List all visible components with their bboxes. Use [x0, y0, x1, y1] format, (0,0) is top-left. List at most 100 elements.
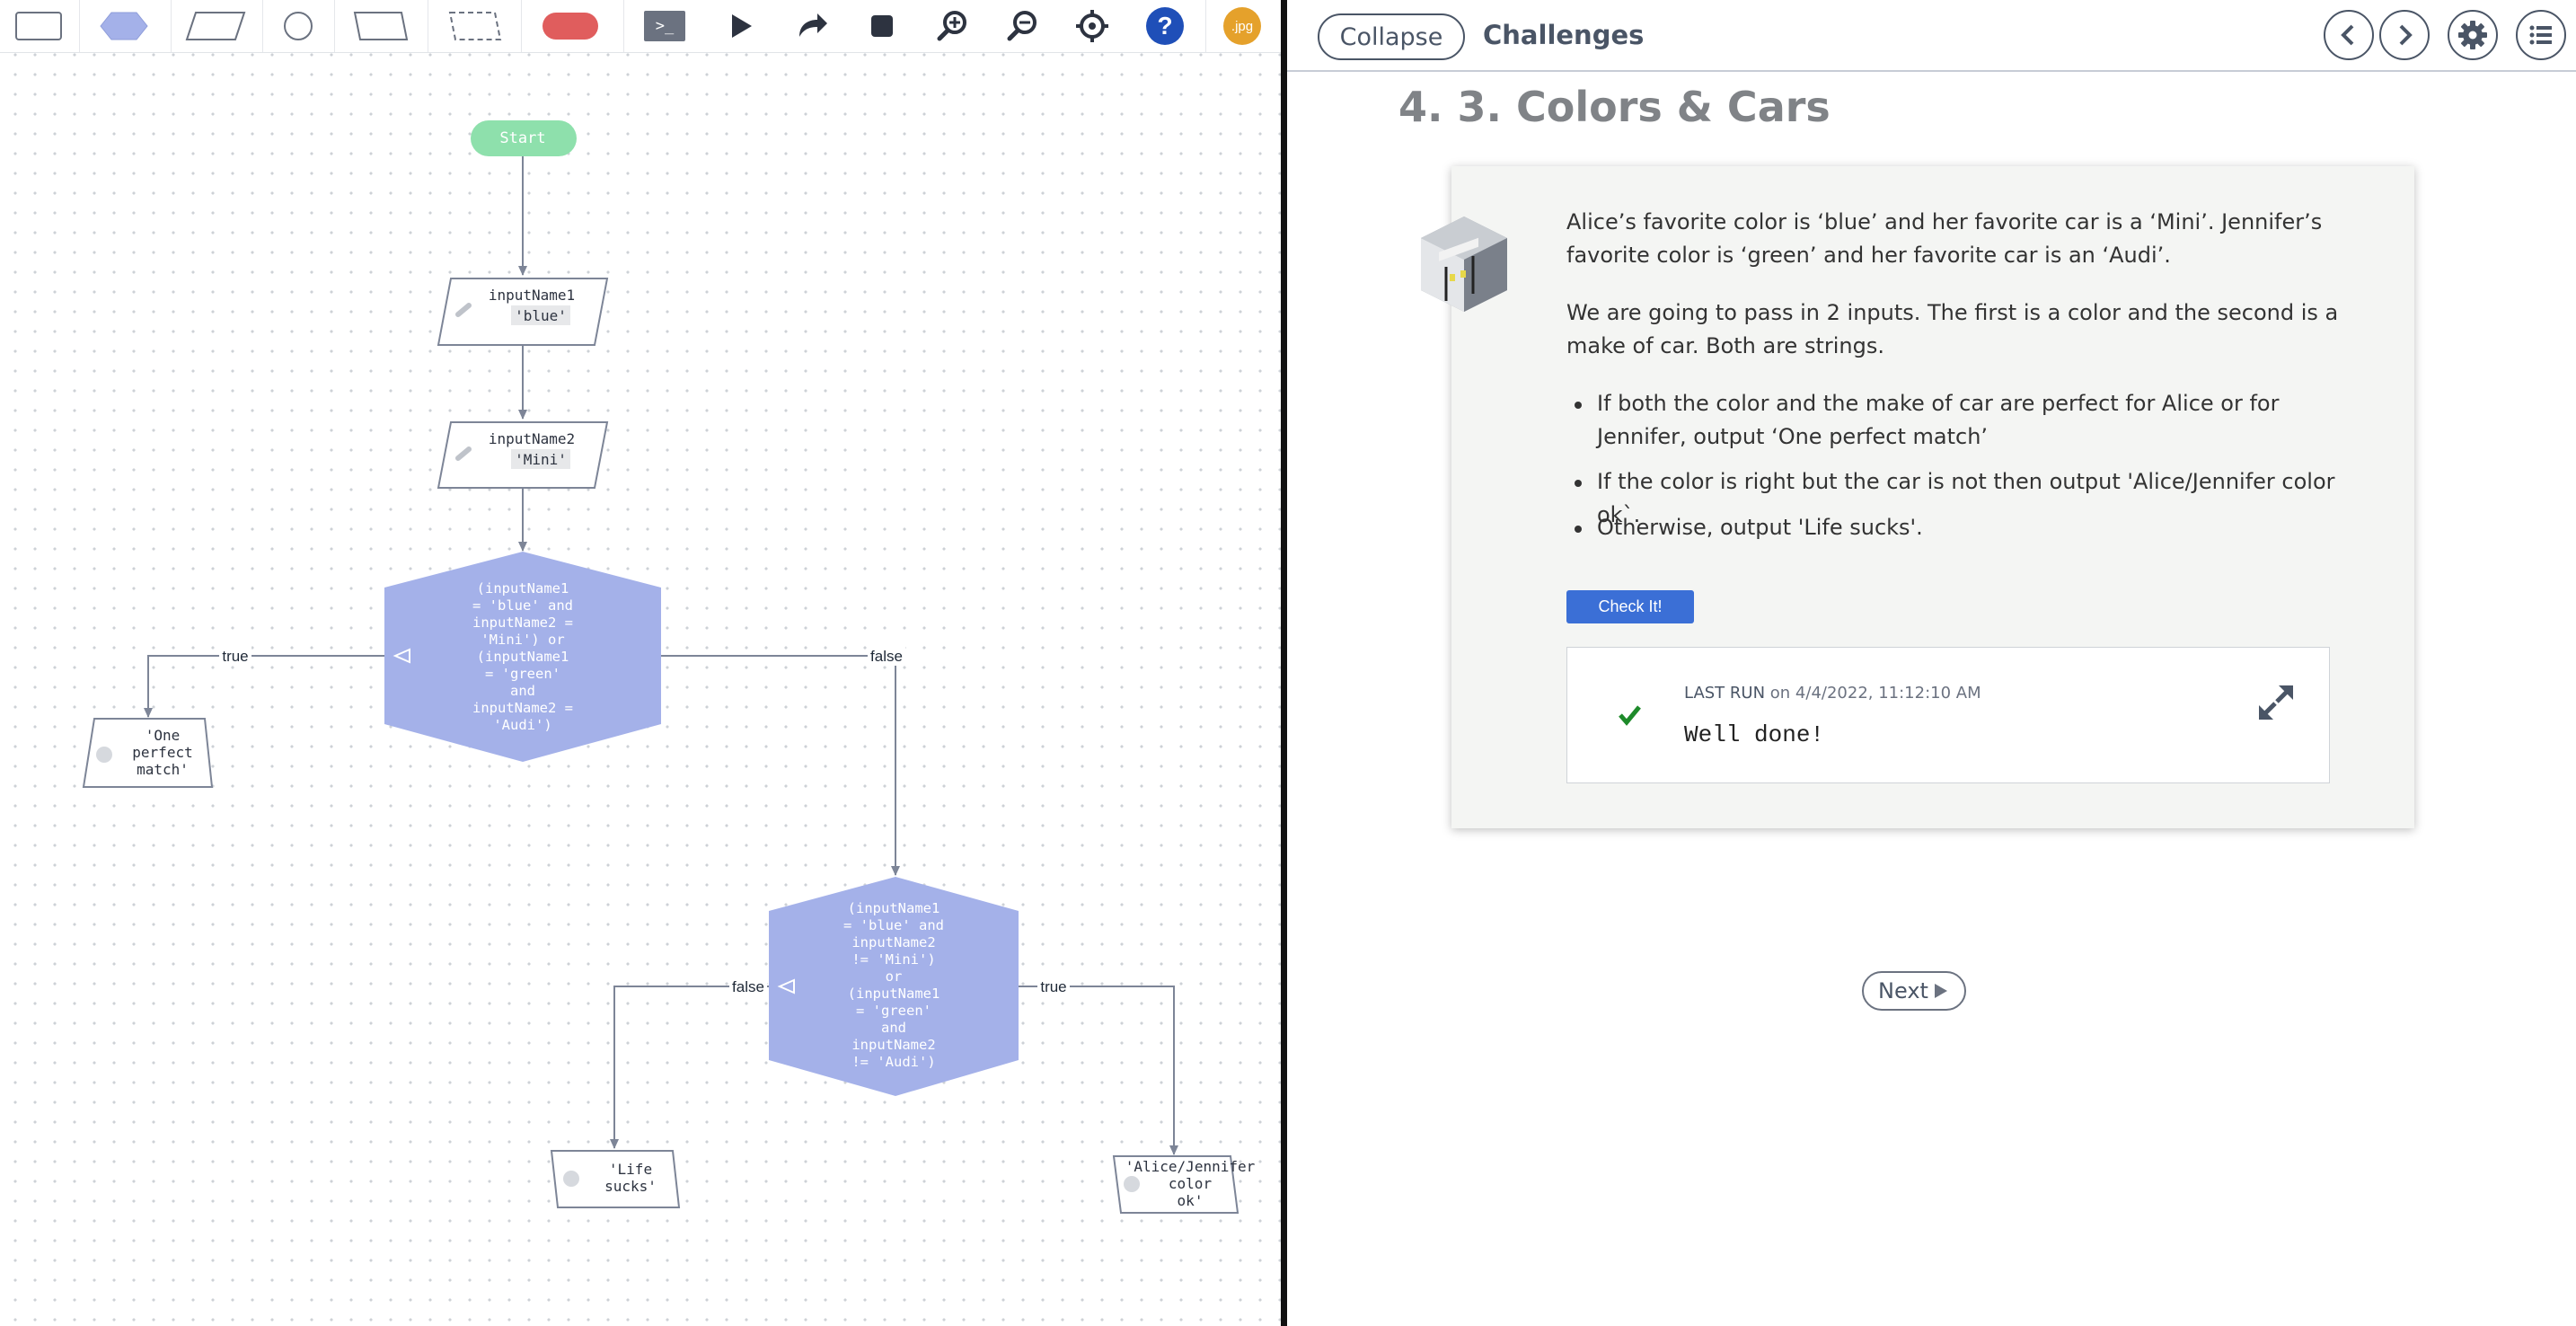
output2-text: 'Life sucks' — [604, 1161, 657, 1195]
o2text-line: sucks' — [604, 1178, 657, 1195]
decision2-false-label: false — [732, 978, 764, 995]
d1text-line: = 'green' — [485, 666, 560, 682]
chevron-left-icon — [2341, 24, 2354, 46]
page-title: 4. 3. Colors & Cars — [1398, 83, 1831, 131]
list-icon — [2529, 25, 2552, 45]
o1text-line: match' — [137, 761, 189, 778]
o3text-line: ok' — [1178, 1192, 1204, 1209]
challenge-card: Alice’s favorite color is ‘blue’ and her… — [1421, 166, 2414, 828]
description-paragraph-2: We are going to pass in 2 inputs. The fi… — [1566, 300, 2339, 358]
redo-icon[interactable] — [790, 0, 834, 52]
list-item: If both the color and the make of car ar… — [1575, 387, 2369, 454]
decision2-true-label: true — [1040, 978, 1066, 995]
d1text-line: 'Mini') or — [481, 632, 564, 648]
decision1-true-label: true — [222, 648, 248, 665]
d1text-line: and — [510, 683, 535, 699]
play-icon[interactable] — [719, 0, 762, 52]
gear-icon — [2458, 21, 2487, 49]
d2text-line: = 'blue' and — [843, 917, 944, 933]
prev-button[interactable] — [2324, 10, 2374, 60]
d2text-line: (inputName1 — [848, 986, 940, 1002]
result-text: Well done! — [1684, 721, 1825, 748]
list-item-text: If both the color and the make of car ar… — [1597, 391, 2280, 449]
o1text-line: 'One — [146, 727, 181, 744]
panel-divider[interactable] — [1281, 0, 1287, 1326]
panel-header: Collapse Challenges — [1287, 0, 2576, 72]
challenge-panel: Collapse Challenges 4. 3. Colors & Cars … — [1287, 0, 2576, 1326]
flowchart-canvas[interactable]: Start inputName1 'blue' inputName2 'Mini… — [0, 52, 1281, 1326]
terminal-shape-icon[interactable] — [534, 0, 605, 52]
d1text-line: (inputName1 — [477, 649, 569, 665]
input2-value: 'Mini' — [515, 451, 567, 468]
barrier-icon — [1421, 217, 1507, 312]
last-run-line: LAST RUN on 4/4/2022, 11:12:10 AM — [1684, 684, 1981, 703]
d2text-line: != 'Mini') — [851, 951, 935, 968]
expand-icon[interactable] — [2257, 684, 2295, 721]
circle-icon[interactable] — [275, 0, 322, 52]
d2text-line: inputName2 — [851, 934, 935, 950]
console-label: >_ — [644, 11, 685, 41]
last-run-label: LAST RUN — [1684, 684, 1766, 703]
center-icon[interactable] — [1071, 0, 1114, 52]
next-nav-button[interactable] — [2379, 10, 2430, 60]
input1-name: inputName1 — [489, 287, 575, 304]
parallelogram-icon[interactable] — [181, 0, 250, 52]
output-icon — [96, 747, 112, 763]
decision2-text: (inputName1 = 'blue' and inputName2 != 'Min… — [843, 900, 944, 1070]
next-button[interactable]: Next — [1862, 971, 1966, 1011]
header-title: Challenges — [1483, 20, 1645, 50]
d1text-line: 'Audi') — [493, 717, 551, 733]
console-icon[interactable]: >_ — [640, 0, 690, 52]
d2text-line: (inputName1 — [848, 900, 940, 916]
o2text-line: 'Life — [609, 1161, 652, 1178]
description-paragraph-1: Alice’s favorite color is ‘blue’ and her… — [1566, 209, 2323, 268]
zoom-out-icon[interactable] — [1001, 0, 1044, 52]
output-icon — [1124, 1176, 1140, 1192]
d1text-line: (inputName1 — [477, 580, 569, 597]
o3text-line: 'Alice/Jennifer — [1125, 1158, 1256, 1175]
chevron-right-icon — [2399, 24, 2413, 46]
d1text-line: inputName2 = — [472, 614, 573, 631]
rectangle-icon[interactable] — [9, 0, 66, 52]
settings-button[interactable] — [2448, 10, 2498, 60]
decision1-false-label: false — [870, 648, 903, 665]
d2text-line: and — [881, 1020, 906, 1036]
next-label: Next — [1878, 978, 1928, 1003]
output-icon — [563, 1171, 579, 1187]
collapse-button[interactable]: Collapse — [1318, 13, 1465, 60]
list-item: Otherwise, output 'Life sucks'. — [1575, 511, 2369, 544]
connector-decision2-false — [610, 986, 769, 1149]
connector-decision1-true — [144, 655, 384, 718]
start-label: Start — [499, 129, 545, 147]
help-label: ? — [1146, 7, 1184, 45]
jpg-label: .jpg — [1223, 7, 1261, 45]
list-item-text: Otherwise, output 'Life sucks'. — [1597, 515, 1923, 540]
export-jpg-icon[interactable]: .jpg — [1220, 0, 1265, 52]
decision1-text: (inputName1 = 'blue' and inputName2 = 'Mini… — [472, 580, 573, 733]
d2text-line: or — [886, 968, 903, 985]
d1text-line: inputName2 = — [472, 700, 573, 716]
check-it-button[interactable]: Check It! — [1566, 590, 1694, 623]
input2-name: inputName2 — [489, 430, 575, 447]
flowchart-editor[interactable]: >_ ? .jpg Start inputName1 'blue' inputN… — [0, 0, 1281, 1326]
manual-input-icon[interactable] — [347, 0, 415, 52]
d2text-line: = 'green' — [856, 1003, 931, 1019]
help-icon[interactable]: ? — [1142, 0, 1187, 52]
o3text-line: color — [1169, 1175, 1213, 1192]
d2text-line: != 'Audi') — [851, 1054, 935, 1070]
hexagon-icon[interactable] — [93, 0, 154, 52]
o1text-line: perfect — [132, 744, 192, 761]
input1-value: 'blue' — [515, 307, 567, 324]
checkmark-icon — [1619, 705, 1641, 726]
connector-decision2-true — [1019, 986, 1178, 1155]
last-run-result: LAST RUN on 4/4/2022, 11:12:10 AM Well d… — [1566, 647, 2330, 783]
last-run-time: on 4/4/2022, 11:12:10 AM — [1769, 684, 1981, 703]
zoom-in-icon[interactable] — [931, 0, 974, 52]
d2text-line: inputName2 — [851, 1037, 935, 1053]
menu-button[interactable] — [2516, 10, 2566, 60]
stop-icon[interactable] — [860, 0, 904, 52]
dashed-box-icon[interactable] — [440, 0, 508, 52]
d1text-line: = 'blue' and — [472, 597, 573, 614]
play-small-icon — [1934, 984, 1947, 998]
toolbar: >_ ? .jpg — [0, 0, 1281, 53]
